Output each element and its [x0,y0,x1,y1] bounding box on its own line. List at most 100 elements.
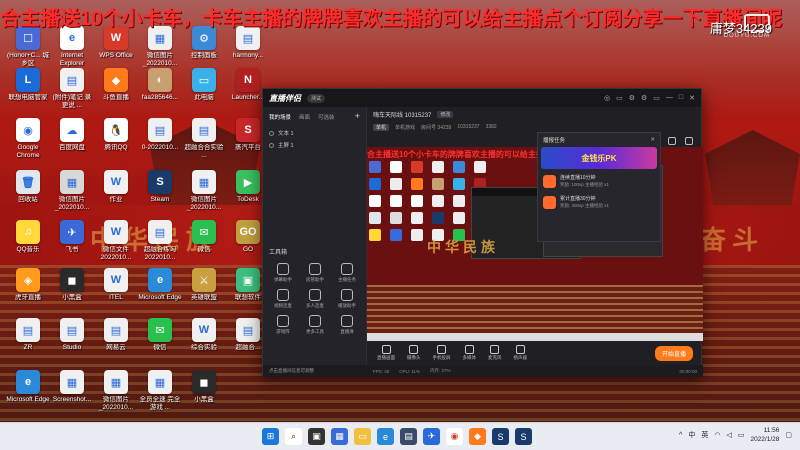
gear-icon[interactable]: ⚙ [641,94,647,102]
desktop-icon[interactable]: ▤ (附件)笔记 录 更说 ... [50,68,94,110]
edge-icon[interactable]: e [377,428,394,445]
desktop-icon[interactable]: ▤ 0-2022010... [138,118,182,152]
desktop-icon[interactable]: ▤ harmony... [226,26,270,60]
settings-icon[interactable]: ⚙ [629,94,635,102]
close-icon[interactable]: ✕ [689,94,695,102]
volume-icon[interactable]: ◁ [726,431,731,439]
desktop-icon[interactable]: ▦ 微信图片_2022010... [182,170,226,212]
desktop-icon[interactable]: ◉ Google Chrome [6,118,50,160]
desktop-icon[interactable]: 🗑 回收站 [6,170,50,204]
camera-button[interactable]: 摄像头 [407,345,421,361]
desktop-icon[interactable]: ♫ QQ音乐 [6,220,50,254]
desktop-icon[interactable]: 🐧 腾讯QQ [94,118,138,152]
share-icon[interactable] [685,137,693,145]
tool-play-assistant[interactable]: 播放助手 [331,289,363,309]
scene-item[interactable]: 文本 1 [263,127,366,139]
fullscreen-icon[interactable] [668,137,676,145]
steam-icon[interactable]: S [492,428,509,445]
edit-title-button[interactable]: 修改 [437,110,454,118]
tab-my-scenes[interactable]: 我的场景 [269,113,291,121]
desktop-icon[interactable]: ▤ 超融合合实验 ... [182,118,226,160]
desktop-icon[interactable]: ▤ ZR [6,318,50,352]
notification-icon[interactable]: ▢ [785,431,792,439]
desktop-icon[interactable]: ◼ 小黑盒 [182,370,226,404]
avatar-icon[interactable]: ◎ [604,94,610,102]
desktop-icon[interactable]: e Microsoft Edge [138,268,182,302]
desktop-icon[interactable]: S Steam [138,170,182,204]
visibility-icon[interactable] [269,142,274,148]
widgets-icon[interactable]: ▦ [331,428,348,445]
visibility-icon[interactable] [269,130,274,136]
battery-icon[interactable]: ▭ [738,431,745,439]
task-item[interactable]: 连续直播10分钟 奖励: 100xp 主播经验 x1 [538,169,660,190]
tool-live-clean[interactable]: 直播清 [331,315,363,335]
wifi-icon[interactable]: ◠ [714,431,720,439]
chevron-up-icon[interactable]: ^ [679,432,682,439]
phone-cast-button[interactable]: 手机投屏 [433,345,451,361]
add-scene-button[interactable]: + [355,111,360,121]
tool-room-manager[interactable]: 房管助手 [299,263,331,283]
desktop-icon[interactable]: W ITEL [94,268,138,302]
app-titlebar[interactable]: 直播伴侣 测试 ◎ ▭ ⚙ ⚙ ▭ — □ ✕ [263,89,701,107]
tab-optional[interactable]: 可选装 [318,113,335,121]
feishu-icon[interactable]: ✈ [423,428,440,445]
tab-canvas[interactable]: 画面 [299,113,310,121]
desktop-icon[interactable]: ✉ 微信 [138,318,182,352]
desktop-icon[interactable]: ✈ 飞书 [50,220,94,254]
desktop-icon[interactable]: ▦ 微信图片_2022010... [138,26,182,68]
speaker-button[interactable]: 扬声器 [514,345,527,361]
desktop-icon[interactable]: ▦ 全员全速 完全游戏 ... [138,370,182,412]
desktop-icon[interactable]: ▦ Screenshot... [50,370,94,404]
search-icon[interactable]: ⌕ [285,428,302,445]
desktop-icon[interactable]: ⚔ 英雄联盟 [182,268,226,302]
maximize-icon[interactable]: □ [679,94,683,102]
desktop-icon[interactable]: ▦ 微信图片_2022010... [50,170,94,212]
scene-item[interactable]: 主屏 1 [263,139,366,151]
category[interactable]: 单机游戏 [395,124,415,131]
ime-indicator[interactable]: 英 [701,430,708,440]
desktop-icon[interactable]: ▤ Studio [50,318,94,352]
pk-banner[interactable]: 金钱乐PK [541,147,657,169]
desktop-icon[interactable]: ◆ 斗鱼直播 [94,68,138,102]
left-bottom-note[interactable]: 点击直播间信息可调整 [263,365,367,377]
desktop-icon[interactable]: W 作业 [94,170,138,204]
desktop-icon[interactable]: ▤ 超融合练习 2022010... [138,220,182,262]
file-explorer-icon[interactable]: ▭ [354,428,371,445]
store-icon[interactable]: ▤ [400,428,417,445]
clock[interactable]: 11:56 2022/1/28 [750,426,779,444]
screen-capture-button[interactable]: 直播画面 [377,345,395,361]
desktop-icon[interactable]: W 综合实验 [182,318,226,352]
minimize-icon[interactable]: — [666,94,673,102]
mic-button[interactable]: 麦克风 [488,345,502,361]
desktop-icon[interactable]: ☐ (Honor+C... 城乡区 [6,26,50,68]
start-icon[interactable]: ⊞ [262,428,279,445]
media-button[interactable]: 多媒体 [463,345,476,361]
desktop-icon[interactable]: W WPS Office [94,26,138,60]
douyu-icon[interactable]: ◆ [469,428,486,445]
desktop-icon[interactable]: ▦ 微信图片_2022010... [94,370,138,412]
tool-video-link[interactable]: 视频连麦 [267,289,299,309]
desktop-icon[interactable]: e Internet Explorer [50,26,94,68]
task-view-icon[interactable]: ▣ [308,428,325,445]
desktop-icon[interactable]: ◐ faa285646... [138,68,182,102]
tool-anchor-tasks[interactable]: 主播任务 [331,263,363,283]
desktop-icon[interactable]: W 微信文件 2022010... [94,220,138,262]
tool-danmaku[interactable]: 弹幕助手 [267,263,299,283]
close-icon[interactable]: ✕ [650,137,655,143]
steam-client-icon[interactable]: S [515,428,532,445]
desktop-icon[interactable]: e Microsoft Edge [6,370,50,404]
desktop-icon[interactable]: ✉ 微信 [182,220,226,254]
desktop-icon[interactable]: ▭ 此电脑 [182,68,226,102]
tool-multi-link[interactable]: 多人连麦 [299,289,331,309]
screen-icon[interactable]: ▭ [616,94,623,102]
desktop-icon[interactable]: ◼ 小黑盒 [50,268,94,302]
chrome-icon[interactable]: ◉ [446,428,463,445]
desktop-icon[interactable]: L 联想电脑管家 [6,68,50,102]
start-live-button[interactable]: 开始直播 [654,345,693,361]
desktop-icon[interactable]: ◈ 虎牙直播 [6,268,50,302]
task-item[interactable]: 累计直播30分钟 奖励: 300xp 主播经验 x1 [538,190,660,211]
desktop-icon[interactable]: ▤ 网易云 [94,318,138,352]
restore-icon[interactable]: ▭ [653,94,660,102]
tool-game[interactable]: 游戏阵 [267,315,299,335]
desktop-icon[interactable]: ☁ 百度网盘 [50,118,94,152]
